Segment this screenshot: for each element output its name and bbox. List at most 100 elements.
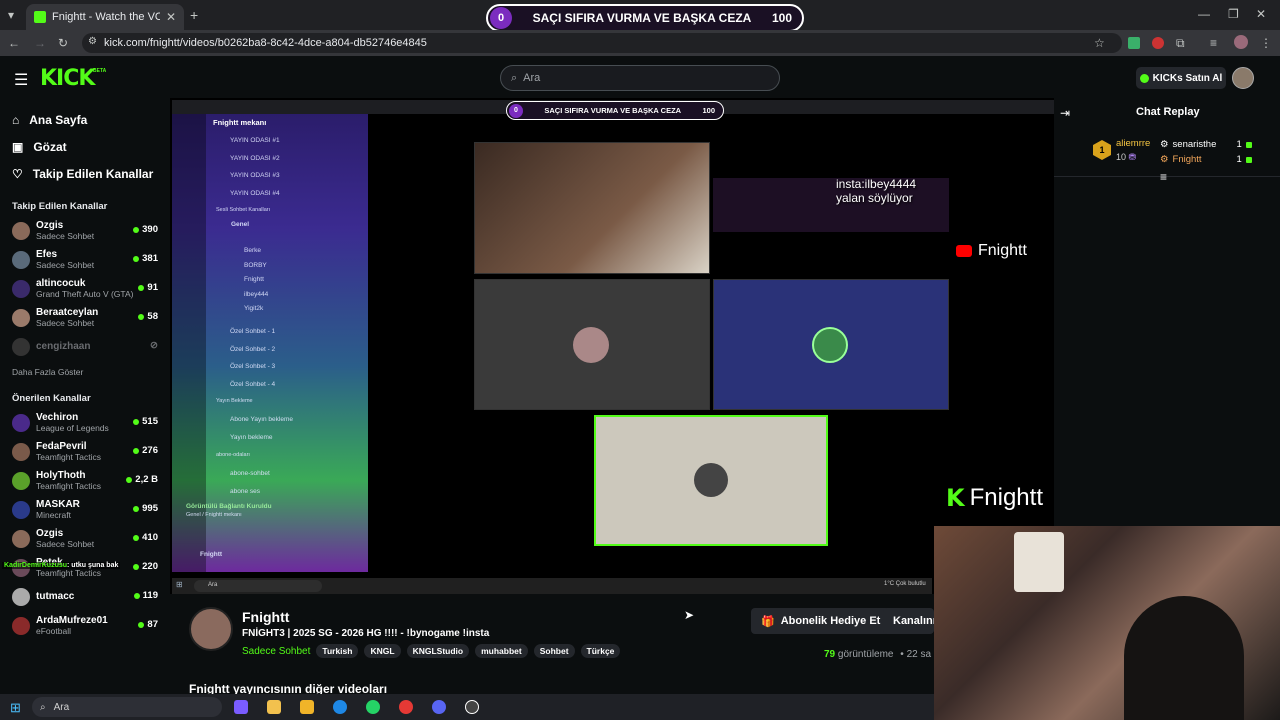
tag[interactable]: Turkish [316,644,359,658]
channel-name: FedaPevril [36,440,87,452]
extensions-puzzle-icon[interactable]: ⧉ [1176,36,1185,51]
whatsapp-icon[interactable] [366,700,380,714]
back-icon[interactable]: ← [8,36,20,50]
channel-row[interactable]: cengizhaan ⊘ [0,332,170,361]
forward-icon[interactable]: → [34,36,46,50]
channel-category: Sadece Sohbet [36,317,95,328]
nav-home[interactable]: ⌂ Ana Sayfa [0,106,170,133]
restore-icon[interactable]: ❐ [1228,7,1239,21]
expand-leaderboard-icon[interactable]: ≡ [1160,170,1167,184]
inner-penalty-banner: 0 SAÇI SIFIRA VURMA VE BAŞKA CEZA 100 [506,101,724,120]
buy-kicks-button[interactable]: KICKs Satın Al [1136,67,1226,89]
view-count: 79 [824,649,836,660]
channel-row[interactable]: FedaPevril Teamfight Tactics 276 [0,437,170,466]
extension-icon[interactable] [1128,37,1140,49]
inner-banner-right: 100 [702,106,715,115]
hamburger-menu-icon[interactable]: ☰ [14,70,28,90]
browser-menu-icon[interactable]: ⋮ [1260,36,1272,50]
channel-row[interactable]: Ozgis Sadece Sohbet 410 [0,524,170,553]
obs-icon[interactable] [465,700,479,714]
insta-line-2: yalan söylüyor [836,191,913,205]
reload-icon[interactable]: ↻ [58,36,68,50]
channel-row[interactable]: Beraatceylan Sadece Sohbet 58 [0,303,170,332]
channel-avatar [12,587,30,606]
channel-name: HolyThoth [36,469,86,481]
stream-weather: 1°C Çok bulutlu [884,581,926,587]
tag[interactable]: Sohbet [533,644,575,658]
tag[interactable]: KNGLStudio [406,644,470,658]
gifter-row[interactable]: ⚙ Fnightt 1 [1160,152,1252,167]
tag[interactable]: muhabbet [475,644,528,658]
edge-icon[interactable] [333,700,347,714]
store-icon[interactable] [267,700,281,714]
private-room: Özel Sohbet - 4 [230,380,276,388]
kick-logo[interactable]: KICK [40,66,95,91]
tag[interactable]: KNGL [364,644,401,658]
stream-search: Ara [194,580,322,592]
taskbar-search[interactable]: ⌕ Ara [32,697,222,717]
windows-start-icon[interactable]: ⊞ [10,700,21,716]
channel-row[interactable]: Efes Sadece Sohbet 381 [0,245,170,274]
copilot-icon[interactable] [234,700,248,714]
channel-text: HolyThoth Teamfight Tactics [36,470,101,492]
channel-text: Ozgis Sadece Sohbet [36,528,94,550]
nav-following[interactable]: ♡ Takip Edilen Kanallar [0,160,170,187]
tag[interactable]: Türkçe [580,644,621,658]
gift-sub-button[interactable]: 🎁 Abonelik Hediye Et [751,608,891,634]
channel-name: cengizhaan [36,341,91,352]
close-window-icon[interactable]: ✕ [1256,7,1266,21]
collapse-chat-icon[interactable]: ⇥ [1060,106,1070,120]
address-bar[interactable]: ⚙ kick.com/fnightt/videos/b0262ba8-8c42-… [82,33,1122,53]
nav-browse[interactable]: ▣ Gözat [0,133,170,160]
gifter-row[interactable]: ⚙ senaristhe 1 [1160,137,1252,152]
voice-connected-status: Görüntülü Bağlantı Kuruldu [186,503,272,510]
channel-row[interactable]: altincocuk Grand Theft Auto V (GTA) 91 [0,274,170,303]
youtube-icon [956,245,972,257]
site-info-icon[interactable]: ⚙ [88,36,97,47]
channel-4: YAYIN ODASI #4 [230,189,280,197]
channel-name[interactable]: Fnightt [242,609,289,625]
channel-row[interactable]: HolyThoth Teamfight Tactics 2,2 B [0,466,170,495]
close-tab-icon[interactable]: ✕ [166,10,176,24]
user-avatar[interactable] [1232,67,1254,89]
channel-row[interactable]: ArdaMufreze01 eFootball 87 [0,611,170,640]
top-gifter-name[interactable]: aliemrre [1116,138,1150,149]
channel-row[interactable]: Ozgis Sadece Sohbet 390 [0,216,170,245]
show-more-link[interactable]: Daha Fazla Göster [0,367,170,377]
channel-avatar[interactable] [189,607,233,651]
viewer-count-value: 390 [142,224,158,235]
search-input[interactable]: ⌕ Ara [500,65,780,91]
new-tab-icon[interactable]: + [190,7,198,23]
live-dot-icon [138,284,145,291]
voice-channel-name: Genel [231,221,250,228]
category-link[interactable]: Sadece Sohbet [242,646,310,657]
channel-row[interactable]: MASKAR Minecraft 995 [0,495,170,524]
voice-section-title: Sesli Sohbet Kanalları [216,207,271,213]
channel-text: Ozgis Sadece Sohbet [36,220,94,242]
voice-users: Berke BORBY Fnightt ilbey444 Yigit2k [244,244,268,317]
upload-age: 22 sa [906,649,932,660]
reading-list-icon[interactable]: ≡ [1210,36,1217,50]
viewer-count-value: 515 [142,416,158,427]
nav-following-label: Takip Edilen Kanallar [32,166,154,181]
profile-avatar[interactable] [1234,35,1248,49]
tab-search-icon[interactable]: ▾ [8,8,14,22]
channel-row[interactable]: Vechiron League of Legends 515 [0,408,170,437]
discord-user-footer: Fnightt [200,551,223,558]
home-icon: ⌂ [12,112,20,127]
channel-button[interactable]: Kanalınız [883,608,934,634]
browser-tab[interactable]: Fnightt - Watch the VOD on ✕ [26,4,184,30]
viewer-count-value: 276 [142,445,158,456]
discord-icon[interactable] [432,700,446,714]
channel-row[interactable]: tutmacc 119 [0,582,170,611]
bookmark-star-icon[interactable]: ☆ [1094,36,1105,50]
insta-overlay-text: insta:ilbey4444 yalan söylüyor [836,177,916,205]
youtube-overlay: Fnightt [956,242,1027,260]
chrome-icon[interactable] [399,700,413,714]
browse-icon: ▣ [12,139,24,154]
viewer-count: 381 [133,253,158,264]
extension-2-icon[interactable] [1152,37,1164,49]
file-explorer-icon[interactable] [300,700,314,714]
minimize-icon[interactable]: — [1198,7,1210,21]
voice-user: Fnightt [244,276,264,283]
